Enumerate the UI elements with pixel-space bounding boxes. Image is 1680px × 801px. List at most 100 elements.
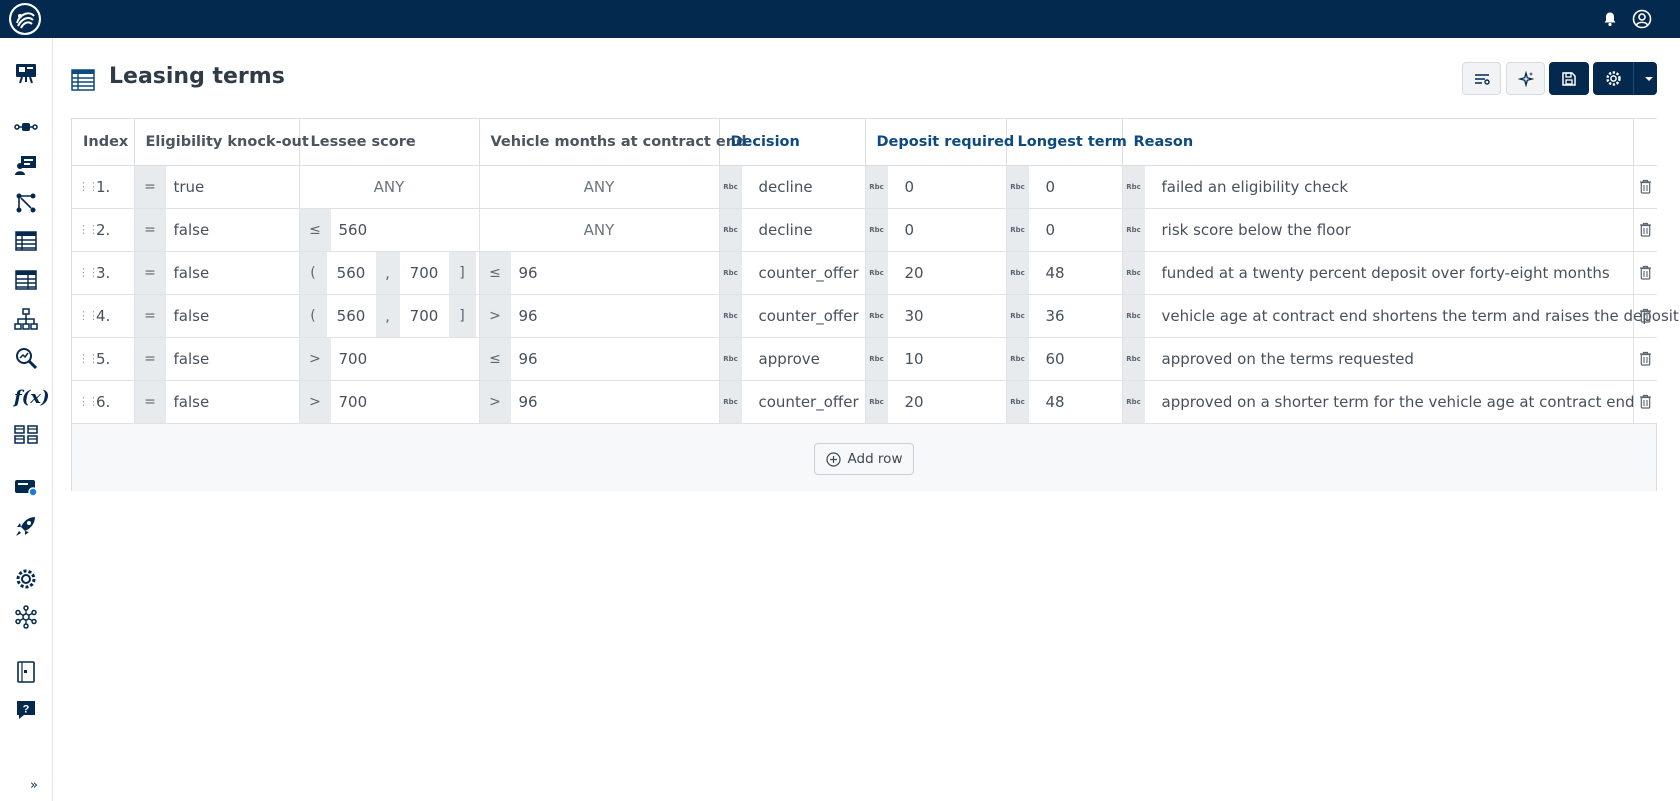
- drag-handle-icon[interactable]: ⋮⋮: [78, 310, 99, 321]
- operator[interactable]: =: [134, 165, 166, 208]
- table-row[interactable]: ⋮⋮ 4. = false(560, 700] >96 Rbc counter_offer Rb…: [72, 294, 1679, 338]
- longest-term-cell[interactable]: Rbc 48: [1006, 251, 1123, 295]
- condition-value[interactable]: false: [166, 295, 299, 337]
- condition-value[interactable]: 700: [331, 338, 479, 380]
- decision-table-alt-icon[interactable]: [13, 267, 39, 293]
- function-icon[interactable]: f(x): [14, 384, 50, 410]
- column-header-deposit-required[interactable]: Deposit required: [865, 119, 1014, 166]
- longest-term-value[interactable]: 0: [1029, 209, 1122, 251]
- deposit-required-value[interactable]: 20: [888, 252, 1006, 294]
- reason-value[interactable]: vehicle age at contract end shortens the…: [1145, 295, 1679, 337]
- lessee-score-cell[interactable]: (560, 700]: [299, 294, 480, 338]
- range-expression[interactable]: (560, 700]: [299, 251, 479, 294]
- settings-dropdown-button[interactable]: [1593, 62, 1657, 95]
- save-button[interactable]: [1549, 62, 1589, 95]
- range-expression[interactable]: (560, 700]: [299, 294, 479, 337]
- user-circle-icon[interactable]: [1632, 9, 1652, 29]
- trash-icon[interactable]: [1639, 222, 1652, 237]
- table-row[interactable]: ⋮⋮ 1. = true ANY ANY Rbc decline Rbc 0 Rbc 0 Rbc fail…: [72, 165, 1657, 209]
- reason-cell[interactable]: Rbc funded at a twenty percent deposit ov…: [1122, 251, 1634, 295]
- network-icon[interactable]: [13, 604, 39, 630]
- range-close-bracket[interactable]: ]: [448, 251, 476, 294]
- deposit-required-cell[interactable]: Rbc 0: [865, 208, 1007, 252]
- longest-term-cell[interactable]: Rbc 36: [1006, 294, 1123, 338]
- decision-value[interactable]: counter_offer: [742, 381, 865, 423]
- range-close-bracket[interactable]: ]: [448, 294, 476, 337]
- reason-value[interactable]: approved on the terms requested: [1145, 338, 1633, 380]
- user-board-icon[interactable]: [13, 152, 39, 178]
- decision-value[interactable]: decline: [742, 209, 865, 251]
- vehicle-months-cell[interactable]: ANY: [479, 165, 720, 209]
- condition-value[interactable]: 700: [331, 381, 479, 423]
- operator[interactable]: ≤: [299, 208, 331, 251]
- condition-value[interactable]: 96: [511, 295, 719, 337]
- vehicle-months-cell[interactable]: ANY: [479, 208, 720, 252]
- eligibility-knock-out-cell[interactable]: = false: [134, 337, 300, 381]
- drag-handle-icon[interactable]: ⋮⋮: [78, 267, 99, 278]
- longest-term-cell[interactable]: Rbc 60: [1006, 337, 1123, 381]
- deposit-required-value[interactable]: 10: [888, 338, 1006, 380]
- vehicle-months-cell[interactable]: ≤96: [479, 337, 720, 381]
- condition-value[interactable]: true: [166, 166, 299, 208]
- search-analytics-icon[interactable]: [13, 345, 39, 371]
- decision-cell[interactable]: Rbc approve: [719, 337, 866, 381]
- decision-cell[interactable]: Rbc decline: [719, 208, 866, 252]
- settings-gear-icon[interactable]: [13, 566, 39, 592]
- drag-handle-icon[interactable]: ⋮⋮: [78, 181, 99, 192]
- deposit-required-cell[interactable]: Rbc 0: [865, 165, 1007, 209]
- condition-value[interactable]: 96: [511, 338, 719, 380]
- reason-cell[interactable]: Rbc approved on a shorter term for the ve…: [1122, 380, 1635, 424]
- longest-term-value[interactable]: 36: [1029, 295, 1122, 337]
- trash-icon[interactable]: [1639, 308, 1652, 323]
- vehicle-months-cell[interactable]: ≤96: [479, 251, 720, 295]
- add-row-button[interactable]: Add row: [814, 443, 914, 475]
- branching-icon[interactable]: [13, 190, 39, 216]
- eligibility-knock-out-cell[interactable]: = false: [134, 251, 300, 295]
- deployment-icon[interactable]: [13, 474, 39, 500]
- condition-value[interactable]: 96: [511, 252, 719, 294]
- reason-cell[interactable]: Rbc failed an eligibility check: [1122, 165, 1634, 209]
- condition-value[interactable]: 96: [511, 381, 719, 423]
- decision-cell[interactable]: Rbc counter_offer: [719, 380, 866, 424]
- dashboard-presentation-icon[interactable]: [13, 60, 39, 86]
- operator[interactable]: =: [134, 380, 166, 423]
- reason-value[interactable]: approved on a shorter term for the vehic…: [1145, 381, 1635, 423]
- longest-term-value[interactable]: 60: [1029, 338, 1122, 380]
- ai-assist-button[interactable]: [1506, 62, 1545, 95]
- range-upper-value[interactable]: 700: [399, 251, 449, 294]
- vehicle-months-cell[interactable]: >96: [479, 380, 720, 424]
- trash-icon[interactable]: [1639, 394, 1652, 409]
- drag-handle-icon[interactable]: ⋮⋮: [78, 224, 99, 235]
- decision-value[interactable]: counter_offer: [742, 252, 865, 294]
- table-row[interactable]: ⋮⋮ 2. = false ≤560 ANY Rbc decline Rbc 0 Rbc 0 Rbc ri…: [72, 208, 1657, 252]
- reason-value[interactable]: funded at a twenty percent deposit over …: [1145, 252, 1633, 294]
- data-model-icon[interactable]: [13, 421, 39, 447]
- reason-cell[interactable]: Rbc approved on the terms requested: [1122, 337, 1634, 381]
- longest-term-cell[interactable]: Rbc 48: [1006, 380, 1123, 424]
- lessee-score-cell[interactable]: ANY: [299, 165, 480, 209]
- decision-value[interactable]: approve: [742, 338, 865, 380]
- operator[interactable]: =: [134, 337, 166, 380]
- condition-value[interactable]: false: [166, 381, 299, 423]
- lessee-score-cell[interactable]: (560, 700]: [299, 251, 480, 295]
- operator[interactable]: ≤: [479, 337, 511, 380]
- longest-term-cell[interactable]: Rbc 0: [1006, 208, 1123, 252]
- deposit-required-value[interactable]: 0: [888, 209, 1006, 251]
- trash-icon[interactable]: [1639, 265, 1652, 280]
- operator[interactable]: =: [134, 208, 166, 251]
- range-lower-value[interactable]: 560: [326, 251, 376, 294]
- sidebar-expand-toggle[interactable]: »: [30, 778, 38, 793]
- column-header-decision[interactable]: Decision: [719, 119, 866, 166]
- any-value[interactable]: ANY: [480, 166, 719, 208]
- any-value[interactable]: ANY: [480, 209, 719, 251]
- column-header-longest-term[interactable]: Longest term: [1006, 119, 1127, 166]
- table-row[interactable]: ⋮⋮ 5. = false >700 ≤96 Rbc approve Rbc 10 Rbc 60 Rbc…: [72, 337, 1657, 381]
- range-open-bracket[interactable]: (: [299, 251, 327, 294]
- operator[interactable]: ≤: [479, 251, 511, 294]
- column-header-reason[interactable]: Reason: [1122, 119, 1634, 166]
- deposit-required-cell[interactable]: Rbc 20: [865, 380, 1007, 424]
- trash-icon[interactable]: [1639, 179, 1652, 194]
- longest-term-value[interactable]: 48: [1029, 252, 1122, 294]
- deposit-required-value[interactable]: 30: [888, 295, 1006, 337]
- deposit-required-cell[interactable]: Rbc 10: [865, 337, 1007, 381]
